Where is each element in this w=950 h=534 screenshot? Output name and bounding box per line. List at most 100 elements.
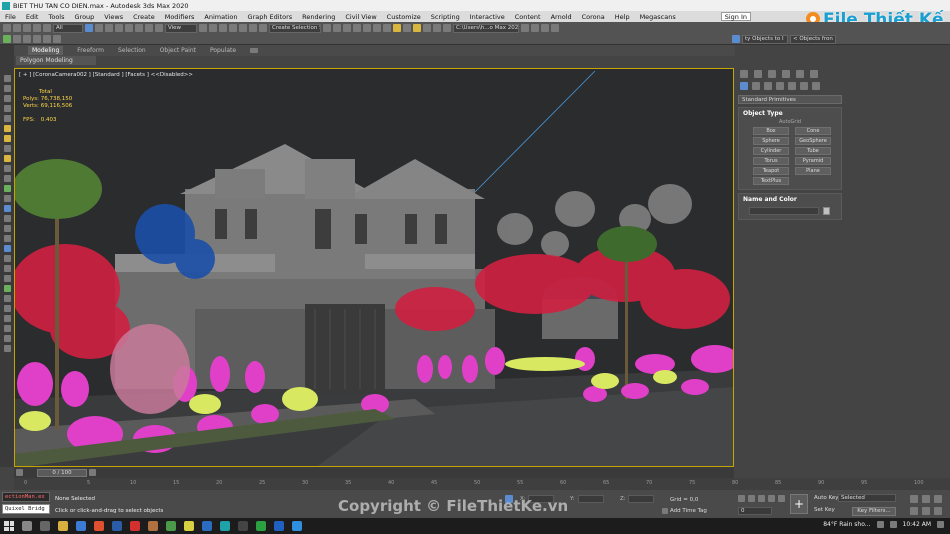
next-frame-icon[interactable]	[89, 469, 96, 476]
ribbon-polygon-modeling[interactable]: Polygon Modeling	[16, 56, 96, 65]
current-frame-field[interactable]: 0	[738, 507, 772, 515]
menu-modifiers[interactable]: Modifiers	[160, 13, 200, 21]
cylinder-button[interactable]: Cylinder	[753, 147, 789, 155]
pyramid-button[interactable]: Pyramid	[795, 157, 831, 165]
auto-key-button[interactable]: Auto Key	[814, 495, 839, 501]
sketchup-icon[interactable]	[148, 521, 158, 531]
geosphere-button[interactable]: GeoSphere	[795, 137, 831, 145]
edit-named-selection-icon[interactable]	[259, 24, 267, 32]
menu-graph-editors[interactable]: Graph Editors	[243, 13, 298, 21]
left-tool-11-icon[interactable]	[3, 175, 11, 182]
rendered-frame-window-icon[interactable]	[403, 24, 411, 32]
copy-objects-to-button[interactable]: ty Objects to I	[742, 34, 788, 44]
edge-icon[interactable]	[274, 521, 284, 531]
left-tool-18-icon[interactable]	[3, 245, 11, 252]
menu-rendering[interactable]: Rendering	[297, 13, 340, 21]
left-tool-27-icon[interactable]	[3, 335, 11, 342]
menu-file[interactable]: File	[0, 13, 21, 21]
chrome-icon[interactable]	[184, 521, 194, 531]
menu-arnold[interactable]: Arnold	[546, 13, 577, 21]
left-tool-6-icon[interactable]	[3, 125, 11, 132]
favorites-icon[interactable]	[531, 24, 539, 32]
left-tool-14-icon[interactable]	[3, 205, 11, 212]
cameras-icon[interactable]	[776, 82, 784, 90]
object-color-swatch[interactable]	[823, 207, 830, 215]
reference-coordinate-dropdown[interactable]: View	[165, 23, 197, 33]
paste-objects-from-button[interactable]: < Objects fron	[790, 34, 836, 44]
a360-gallery-icon[interactable]	[433, 24, 441, 32]
left-tool-23-icon[interactable]	[3, 295, 11, 302]
unlink-icon[interactable]	[33, 24, 41, 32]
zalo-icon[interactable]	[256, 521, 266, 531]
tab-selection[interactable]: Selection	[118, 47, 146, 54]
left-tool-16-icon[interactable]	[3, 225, 11, 232]
left-tool-13-icon[interactable]	[3, 195, 11, 202]
menu-create[interactable]: Create	[128, 13, 160, 21]
left-tool-22-icon[interactable]	[3, 285, 11, 292]
mirror-icon[interactable]	[209, 24, 217, 32]
next-key-icon[interactable]	[768, 495, 775, 502]
curve-editor-icon[interactable]	[363, 24, 371, 32]
tab-freeform[interactable]: Freeform	[77, 47, 104, 54]
menu-scripting[interactable]: Scripting	[426, 13, 465, 21]
shapes-icon[interactable]	[752, 82, 760, 90]
play-icon[interactable]	[758, 495, 765, 502]
scale-icon[interactable]	[145, 24, 153, 32]
percent-snap-icon[interactable]	[239, 24, 247, 32]
walk-through-icon[interactable]	[922, 507, 930, 515]
maximize-viewport-icon[interactable]	[934, 507, 942, 515]
goto-end-icon[interactable]	[778, 495, 785, 502]
y-coordinate-field[interactable]	[578, 495, 604, 503]
render-production-icon[interactable]	[413, 24, 421, 32]
redo-icon[interactable]	[13, 24, 21, 32]
quixel-bridge-button[interactable]: Quixel Bridg	[2, 504, 50, 514]
freeze-icon[interactable]	[33, 35, 41, 43]
field-of-view-icon[interactable]	[910, 507, 918, 515]
helpers-icon[interactable]	[788, 82, 796, 90]
network-icon[interactable]	[876, 521, 884, 528]
left-tool-5-icon[interactable]	[3, 115, 11, 122]
rotate-icon[interactable]	[135, 24, 143, 32]
excel-icon[interactable]	[166, 521, 176, 531]
left-tool-28-icon[interactable]	[3, 345, 11, 352]
tube-button[interactable]: Tube	[795, 147, 831, 155]
zoom-extents-icon[interactable]	[910, 495, 918, 503]
z-coordinate-field[interactable]	[628, 495, 654, 503]
close-x-icon[interactable]	[541, 24, 549, 32]
left-tool-4-icon[interactable]	[3, 105, 11, 112]
rectangular-selection-icon[interactable]	[105, 24, 113, 32]
notifications-icon[interactable]	[937, 521, 944, 528]
left-tool-19-icon[interactable]	[3, 255, 11, 262]
layer-explorer-icon[interactable]	[343, 24, 351, 32]
bind-space-warp-icon[interactable]	[43, 24, 51, 32]
tab-populate[interactable]: Populate	[210, 47, 236, 54]
task-view-icon[interactable]	[40, 521, 50, 531]
store-icon[interactable]	[76, 521, 86, 531]
file-explorer-icon[interactable]	[58, 521, 68, 531]
teapot-button[interactable]: Teapot	[753, 167, 789, 175]
menu-interactive[interactable]: Interactive	[465, 13, 510, 21]
hide-icon[interactable]	[23, 35, 31, 43]
systems-icon[interactable]	[812, 82, 820, 90]
lights-icon[interactable]	[764, 82, 772, 90]
cone-button[interactable]: Cone	[795, 127, 831, 135]
object-type-title[interactable]: Object Type	[739, 108, 841, 119]
link-icon[interactable]	[23, 24, 31, 32]
move-icon[interactable]	[125, 24, 133, 32]
project-path-dropdown[interactable]: C:\Users\h...o Max 2020	[453, 23, 519, 33]
toggle-ribbon-icon[interactable]	[353, 24, 361, 32]
menu-animation[interactable]: Animation	[199, 13, 242, 21]
menu-help[interactable]: Help	[610, 13, 635, 21]
tab-modeling[interactable]: Modeling	[28, 46, 64, 55]
photoshop-icon[interactable]	[112, 521, 122, 531]
schematic-view-icon[interactable]	[373, 24, 381, 32]
clock[interactable]: 10:42 AM	[903, 521, 931, 528]
plane-button[interactable]: Plane	[795, 167, 831, 175]
named-selection-dropdown[interactable]: Create Selection Se	[269, 23, 321, 33]
ribbon-options-icon[interactable]	[250, 48, 259, 53]
3dsmax-taskbar-icon[interactable]	[220, 521, 230, 531]
corona-icon[interactable]	[732, 35, 740, 43]
textplus-button[interactable]: TextPlus	[753, 177, 789, 185]
left-tool-25-icon[interactable]	[3, 315, 11, 322]
select-by-name-icon[interactable]	[95, 24, 103, 32]
